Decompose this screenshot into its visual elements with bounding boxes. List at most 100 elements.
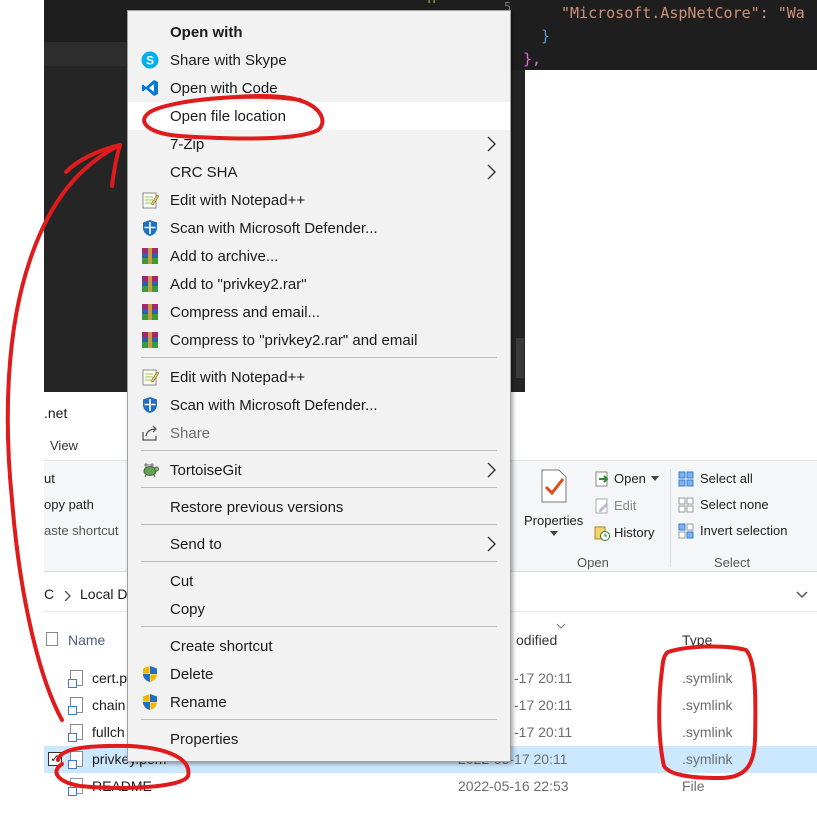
menu-item-cut[interactable]: Cut — [128, 567, 510, 595]
address-segment[interactable]: Local D — [80, 586, 127, 602]
file-type: .symlink — [682, 697, 733, 713]
menu-item-create-shortcut[interactable]: Create shortcut — [128, 632, 510, 660]
select-all-checkbox[interactable] — [46, 632, 58, 646]
file-icon — [68, 778, 83, 796]
menu-item-label: Edit with Notepad++ — [170, 192, 306, 209]
share-icon — [142, 425, 157, 441]
file-name: chain — [92, 697, 126, 713]
menu-item-crc-sha[interactable]: CRC SHA — [128, 158, 510, 186]
menu-item-label: Scan with Microsoft Defender... — [170, 397, 378, 414]
menu-separator — [141, 357, 497, 358]
chevron-down-icon[interactable] — [651, 476, 659, 482]
menu-item-send-to[interactable]: Send to — [128, 530, 510, 558]
menu-separator — [141, 561, 497, 562]
symlink-file-icon — [68, 724, 83, 742]
column-name[interactable]: Name — [68, 632, 105, 648]
notepadpp-icon — [142, 192, 159, 209]
column-type[interactable]: Type — [682, 632, 712, 648]
menu-item-open-code[interactable]: Open with Code — [128, 74, 510, 102]
chevron-down-icon[interactable] — [796, 591, 808, 599]
menu-separator — [141, 450, 497, 451]
menu-item-label: Edit with Notepad++ — [170, 369, 306, 386]
symlink-file-icon — [68, 670, 83, 688]
menu-item-scan-defender[interactable]: Scan with Microsoft Defender... — [128, 214, 510, 242]
menu-item-add-to-rar[interactable]: Add to "privkey2.rar" — [128, 270, 510, 298]
chevron-right-icon — [487, 536, 496, 552]
select-group-label: Select — [714, 555, 751, 570]
column-date-modified[interactable]: odified — [516, 632, 557, 648]
menu-item-share-skype[interactable]: S Share with Skype — [128, 46, 510, 74]
menu-item-delete[interactable]: Delete — [128, 660, 510, 688]
menu-item-add-to-archive[interactable]: Add to archive... — [128, 242, 510, 270]
address-root[interactable]: C — [44, 586, 54, 602]
menu-item-copy[interactable]: Copy — [128, 595, 510, 623]
menu-item-properties[interactable]: Properties — [128, 725, 510, 753]
select-all-icon — [678, 471, 694, 487]
menu-item-tortoisegit[interactable]: TortoiseGit — [128, 456, 510, 484]
chevron-right-icon — [487, 164, 496, 180]
menu-item-label: Scan with Microsoft Defender... — [170, 220, 378, 237]
history-icon — [594, 526, 610, 541]
menu-item-label: Rename — [170, 694, 227, 711]
uac-shield-icon — [143, 666, 157, 682]
winrar-icon — [142, 332, 158, 348]
menu-item-restore-previous[interactable]: Restore previous versions — [128, 493, 510, 521]
menu-item-compress-rar-email[interactable]: Compress to "privkey2.rar" and email — [128, 326, 510, 354]
file-type: .symlink — [682, 724, 733, 740]
menu-item-compress-email[interactable]: Compress and email... — [128, 298, 510, 326]
select-none-button[interactable]: Select none — [700, 497, 769, 512]
properties-icon — [541, 469, 567, 503]
editor-code-area[interactable]: "Microsoft.AspNetCore": "Wa } }, — [511, 0, 817, 70]
file-type: .symlink — [682, 751, 733, 767]
defender-icon — [143, 220, 157, 236]
menu-item-label: CRC SHA — [170, 164, 238, 181]
paste-shortcut-button[interactable]: aste shortcut — [44, 523, 118, 538]
menu-item-edit-notepadpp[interactable]: Edit with Notepad++ — [128, 186, 510, 214]
window-title: .net — [44, 405, 68, 421]
menu-item-label: Share with Skype — [170, 52, 287, 69]
menu-item-share[interactable]: Share — [128, 419, 510, 447]
menu-item-label: Open file location — [170, 108, 286, 125]
chevron-down-icon[interactable] — [550, 531, 558, 537]
menu-item-label: 7-Zip — [170, 136, 205, 153]
editor-scrollbar[interactable] — [516, 338, 524, 378]
cut-button[interactable]: ut — [44, 471, 55, 486]
open-button[interactable]: Open — [614, 471, 646, 486]
code-line-3: }, — [523, 50, 542, 68]
properties-button[interactable]: Properties — [524, 513, 583, 528]
uac-shield-icon — [143, 694, 157, 710]
menu-item-scan-defender[interactable]: Scan with Microsoft Defender... — [128, 391, 510, 419]
menu-item-open-with[interactable]: Open with — [128, 18, 510, 46]
menu-item-label: Compress to "privkey2.rar" and email — [170, 332, 418, 349]
symlink-file-icon — [68, 697, 83, 715]
copy-path-button[interactable]: opy path — [44, 497, 94, 512]
chevron-right-icon — [487, 462, 496, 478]
tab-view[interactable]: View — [50, 438, 78, 453]
file-date: -17 20:11 — [514, 670, 573, 686]
history-button[interactable]: History — [614, 525, 654, 540]
file-row[interactable]: README 2022-05-16 22:53 File — [44, 773, 817, 800]
open-icon — [595, 471, 609, 487]
menu-item-label: Add to "privkey2.rar" — [170, 276, 307, 293]
select-all-button[interactable]: Select all — [700, 471, 753, 486]
file-name: README — [92, 778, 152, 794]
defender-icon — [143, 397, 157, 413]
ribbon-divider — [670, 469, 671, 567]
menu-item-label: Delete — [170, 666, 214, 683]
menu-item-label: Properties — [170, 731, 239, 748]
chevron-right-icon — [64, 591, 71, 601]
row-checkbox[interactable]: ✓ — [48, 752, 62, 766]
file-name: fullch — [92, 724, 125, 740]
invert-selection-button[interactable]: Invert selection — [700, 523, 787, 538]
edit-button[interactable]: Edit — [614, 498, 636, 513]
winrar-icon — [142, 276, 158, 292]
menu-item-label: Add to archive... — [170, 248, 279, 265]
menu-item-open-file-location[interactable]: Open file location — [128, 102, 510, 130]
menu-item-edit-notepadpp[interactable]: Edit with Notepad++ — [128, 363, 510, 391]
skype-icon: S — [141, 51, 159, 69]
invert-selection-icon — [678, 523, 694, 539]
menu-separator — [141, 487, 497, 488]
menu-item-rename[interactable]: Rename — [128, 688, 510, 716]
winrar-icon — [142, 304, 158, 320]
menu-item-7zip[interactable]: 7-Zip — [128, 130, 510, 158]
